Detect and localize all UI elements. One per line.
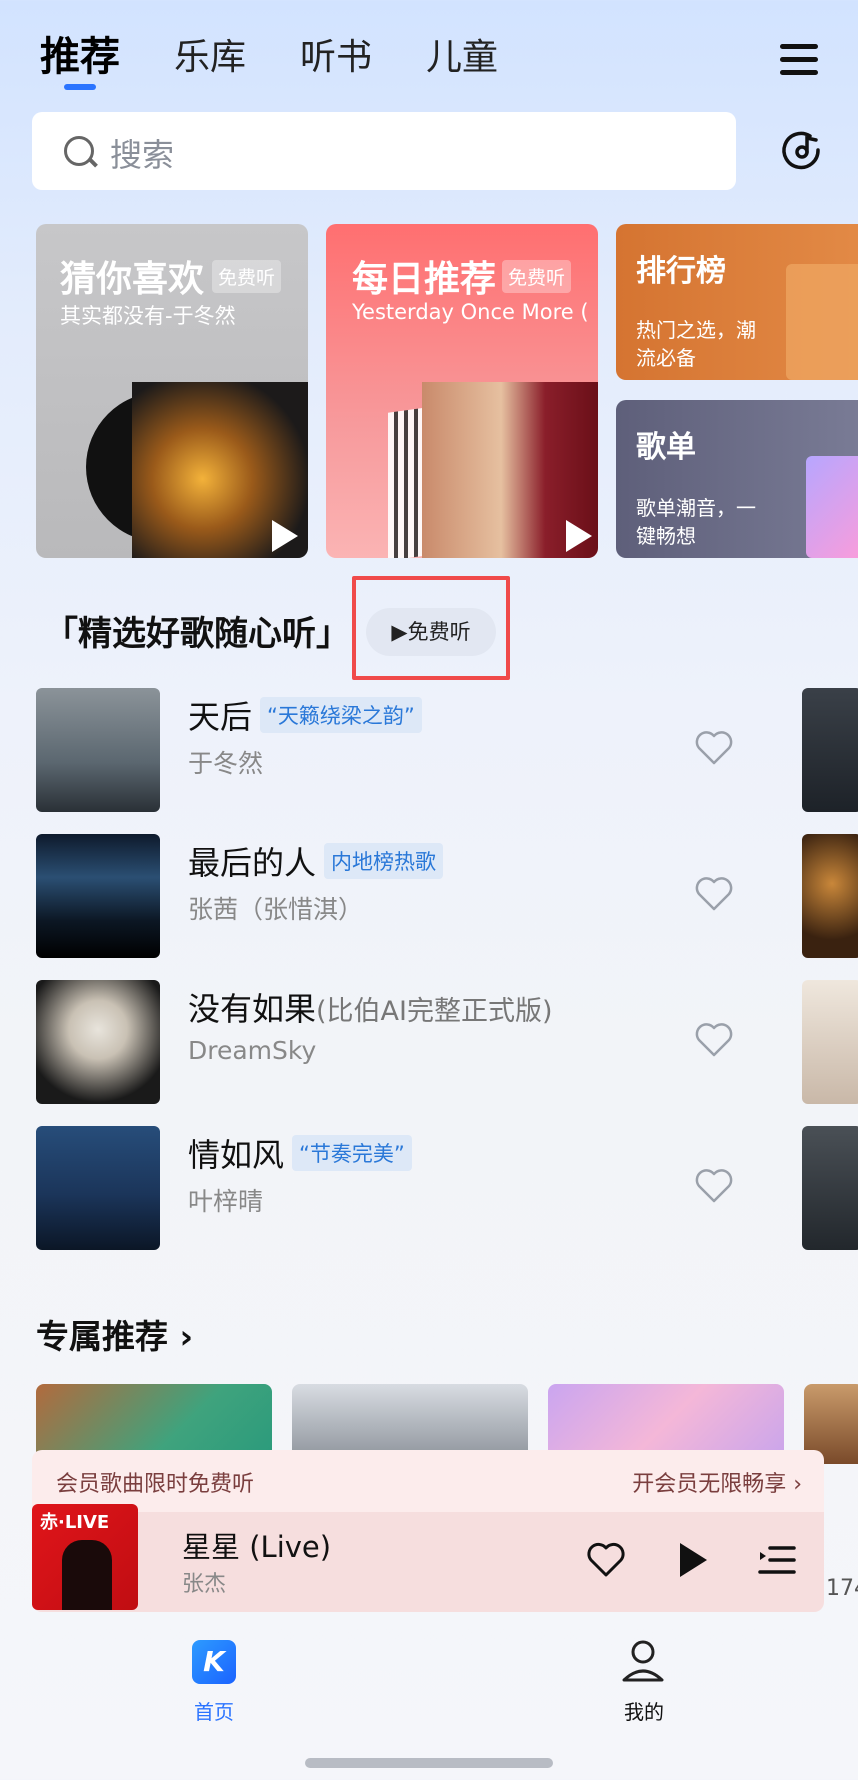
song-row[interactable]: 没有如果(比伯AI完整正式版) DreamSky — [36, 980, 776, 1104]
heart-icon[interactable] — [694, 1168, 734, 1204]
cover-figure — [62, 1540, 112, 1610]
cover-text: 赤·LIVE — [40, 1512, 110, 1533]
next-page-cover — [802, 688, 858, 812]
play-icon[interactable] — [676, 1540, 710, 1580]
home-icon[interactable]: K — [192, 1640, 236, 1684]
open-vip-link[interactable]: 开会员无限畅享 › — [632, 1466, 802, 1498]
promo-text: 会员歌曲限时免费听 — [56, 1472, 255, 1497]
menu-icon[interactable] — [780, 44, 818, 76]
playlist-card-title: 歌单 — [636, 430, 696, 465]
vip-promo-strip[interactable]: 会员歌曲限时免费听 开会员无限畅享 › — [32, 1450, 824, 1512]
player-cover: 赤·LIVE — [32, 1504, 138, 1610]
highlight-box — [352, 576, 510, 680]
playlist-subtitle-1: 歌单潮音，一 — [636, 496, 756, 520]
tab-library[interactable]: 乐库 — [174, 28, 246, 80]
next-page-cover — [802, 980, 858, 1104]
song-artist: 叶梓晴 — [188, 1187, 264, 1216]
guess-you-like-card[interactable]: 猜你喜欢 免费听 其实都没有-于冬然 — [36, 224, 308, 558]
daily-card-subtitle: Yesterday Once More ( — [352, 300, 588, 324]
player-artist: 张杰 — [182, 1572, 227, 1597]
song-tag: “节奏完美” — [292, 1135, 412, 1171]
ranking-card[interactable]: 排行榜 热门之选，潮 流必备 — [616, 224, 858, 380]
song-tag: “天籁绕梁之韵” — [260, 697, 422, 733]
song-row[interactable]: 天后 “天籁绕梁之韵” 于冬然 — [36, 688, 776, 812]
song-artist: DreamSky — [188, 1036, 317, 1065]
heart-icon[interactable] — [694, 1022, 734, 1058]
song-cover — [36, 688, 160, 812]
heart-icon[interactable] — [694, 730, 734, 766]
search-bar[interactable]: 搜索 — [32, 112, 736, 190]
gesture-home-bar[interactable] — [305, 1758, 553, 1768]
search-icon — [64, 136, 94, 166]
guess-card-title: 猜你喜欢 — [60, 259, 205, 300]
heart-icon[interactable] — [586, 1542, 626, 1578]
player-song-title: 星星 (Live) — [182, 1530, 332, 1564]
ranking-card-title: 排行榜 — [636, 254, 726, 289]
song-title: 没有如果(比伯AI完整正式版) — [188, 990, 553, 1028]
song-title: 天后 “天籁绕梁之韵” — [188, 692, 422, 738]
mini-player[interactable]: 赤·LIVE 星星 (Live) 张杰 — [32, 1504, 824, 1612]
daily-free-badge: 免费听 — [502, 260, 572, 293]
chevron-right-icon: › — [179, 1317, 194, 1356]
song-row[interactable]: 最后的人 内地榜热歌 张茜（张惜淇） — [36, 834, 776, 958]
play-icon[interactable] — [566, 520, 592, 552]
song-title: 情如风 “节奏完美” — [188, 1130, 412, 1176]
song-cover — [36, 1126, 160, 1250]
song-artist: 于冬然 — [188, 749, 264, 778]
song-title: 最后的人 内地榜热歌 — [188, 838, 444, 884]
exclusive-title[interactable]: 专属推荐 › — [36, 1310, 193, 1358]
song-cover — [36, 980, 160, 1104]
playlist-art — [806, 456, 858, 558]
playlist-queue-icon[interactable] — [758, 1542, 796, 1578]
section-title: 「精选好歌随心听」 — [44, 614, 350, 654]
tab-kids[interactable]: 儿童 — [426, 28, 498, 80]
next-page-cover — [802, 1126, 858, 1250]
song-row[interactable]: 情如风 “节奏完美” 叶梓晴 — [36, 1126, 776, 1250]
ranking-subtitle-1: 热门之选，潮 — [636, 318, 756, 342]
song-tag: 内地榜热歌 — [324, 843, 444, 879]
tab-recommend[interactable]: 推荐 — [40, 24, 120, 82]
profile-icon[interactable] — [620, 1638, 666, 1686]
search-placeholder: 搜索 — [110, 136, 175, 174]
ranking-subtitle-2: 流必备 — [636, 346, 696, 370]
active-tab-indicator — [64, 84, 96, 90]
heart-icon[interactable] — [694, 876, 734, 912]
music-recognition-icon[interactable] — [780, 128, 824, 172]
daily-card-title: 每日推荐 — [352, 259, 497, 300]
song-cover — [36, 834, 160, 958]
play-icon[interactable] — [272, 520, 298, 552]
daily-recommend-card[interactable]: 每日推荐 免费听 Yesterday Once More ( — [326, 224, 598, 558]
song-version: (比伯AI完整正式版) — [316, 996, 553, 1027]
guess-free-badge: 免费听 — [212, 260, 282, 293]
nav-mine-label[interactable]: 我的 — [624, 1696, 664, 1725]
trophy-icon — [786, 264, 858, 380]
side-number: 174 — [826, 1576, 858, 1601]
next-page-cover — [802, 834, 858, 958]
playlist-subtitle-2: 键畅想 — [636, 524, 696, 548]
tab-audiobooks[interactable]: 听书 — [300, 28, 372, 80]
nav-home-label[interactable]: 首页 — [194, 1696, 234, 1725]
song-artist: 张茜（张惜淇） — [188, 895, 364, 924]
guess-card-subtitle: 其实都没有-于冬然 — [60, 304, 236, 328]
playlist-card[interactable]: 歌单 歌单潮音，一 键畅想 — [616, 400, 858, 558]
